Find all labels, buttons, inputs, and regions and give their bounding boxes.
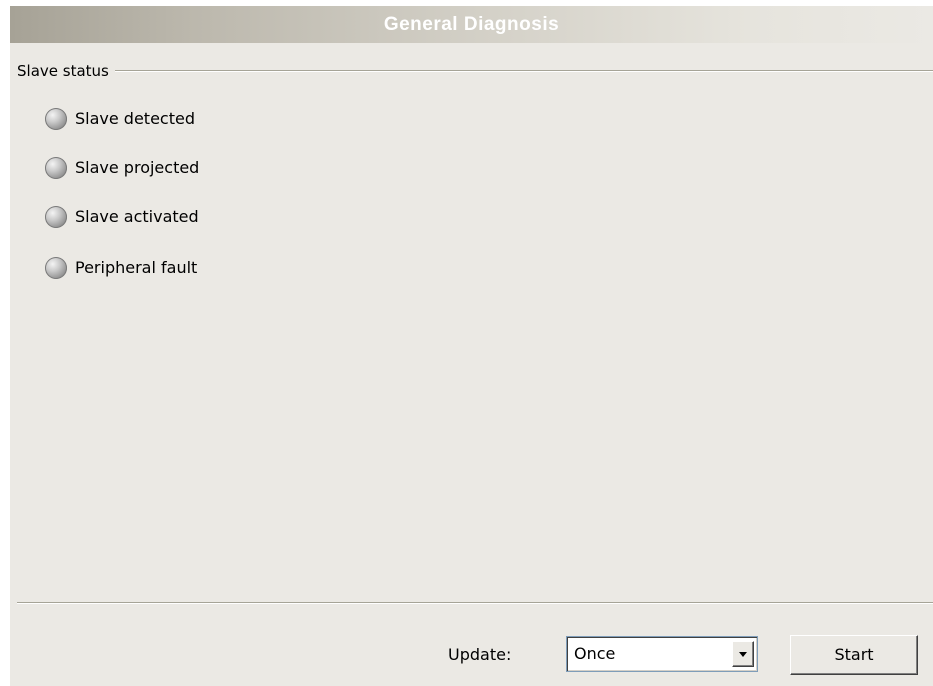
- update-select-dropdown-button[interactable]: [732, 641, 754, 667]
- status-led-icon: [45, 108, 67, 130]
- group-separator: [17, 70, 933, 72]
- footer-separator: [17, 602, 933, 604]
- update-label: Update:: [448, 645, 512, 664]
- status-item-label: Peripheral fault: [75, 258, 198, 277]
- update-select[interactable]: Once: [566, 636, 758, 672]
- status-item-label: Slave projected: [75, 158, 200, 177]
- slave-status-group-label: Slave status: [17, 61, 115, 81]
- panel-title: General Diagnosis: [10, 6, 933, 43]
- status-item-slave-projected: Slave projected: [45, 156, 199, 180]
- status-item-label: Slave detected: [75, 109, 195, 128]
- status-item-peripheral-fault: Peripheral fault: [45, 256, 197, 280]
- status-item-label: Slave activated: [75, 207, 199, 226]
- chevron-down-icon: [739, 652, 747, 657]
- status-led-icon: [45, 157, 67, 179]
- general-diagnosis-panel: General Diagnosis Slave status Slave det…: [10, 6, 933, 686]
- update-select-value: Once: [574, 644, 616, 663]
- status-led-icon: [45, 206, 67, 228]
- status-led-icon: [45, 257, 67, 279]
- status-item-slave-activated: Slave activated: [45, 205, 199, 229]
- status-item-slave-detected: Slave detected: [45, 107, 195, 131]
- start-button[interactable]: Start: [790, 635, 918, 675]
